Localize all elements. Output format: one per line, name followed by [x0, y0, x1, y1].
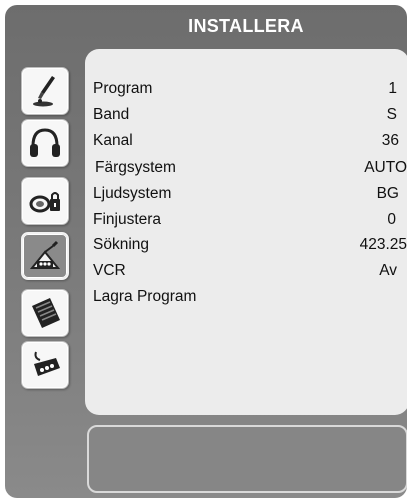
info-box — [87, 425, 407, 493]
setting-label: Färgsystem — [95, 159, 176, 176]
setting-value: 1 — [388, 80, 397, 97]
install-antenna-icon[interactable] — [21, 232, 69, 280]
setting-value: 0 — [387, 211, 396, 228]
source-connector-icon[interactable] — [21, 341, 69, 389]
setting-row-kanal[interactable]: Kanal 36 — [85, 132, 407, 156]
setting-row-sokning[interactable]: Sökning 423.25 — [85, 236, 407, 260]
setting-value: 423.25 — [359, 236, 407, 253]
setting-row-finjustera[interactable]: Finjustera 0 — [85, 211, 407, 235]
setting-label: Ljudsystem — [93, 185, 172, 202]
setting-value: S — [386, 106, 397, 123]
osd-menu-frame: INSTALLERA Program 1 Band S Kanal 36 Fär… — [5, 5, 407, 498]
sound-headphones-icon[interactable] — [21, 119, 69, 167]
setting-row-ljudsystem[interactable]: Ljudsystem BG — [85, 185, 407, 209]
picture-brush-icon[interactable] — [21, 67, 69, 115]
setting-value: BG — [376, 185, 399, 202]
features-lock-icon[interactable] — [21, 177, 69, 225]
setting-value: Av — [379, 262, 397, 279]
setting-label: Finjustera — [93, 211, 162, 228]
setting-label: Kanal — [93, 132, 133, 149]
setting-label: Program — [93, 80, 153, 97]
settings-panel: Program 1 Band S Kanal 36 Färgsystem AUT… — [85, 49, 407, 415]
setting-value: AUTO — [364, 159, 407, 176]
setting-row-band[interactable]: Band S — [85, 106, 407, 130]
setting-label: Sökning — [93, 236, 150, 253]
setting-row-program[interactable]: Program 1 — [85, 80, 407, 104]
setting-row-fargsystem[interactable]: Färgsystem AUTO — [85, 159, 407, 183]
manual-book-icon[interactable] — [21, 289, 69, 337]
setting-label: Lagra Program — [93, 288, 197, 305]
setting-row-vcr[interactable]: VCR Av — [85, 262, 407, 286]
setting-label: Band — [93, 106, 130, 123]
menu-title: INSTALLERA — [188, 16, 304, 36]
setting-row-lagra-program[interactable]: Lagra Program — [85, 288, 407, 312]
setting-label: VCR — [93, 262, 126, 279]
setting-value: 36 — [381, 132, 399, 149]
